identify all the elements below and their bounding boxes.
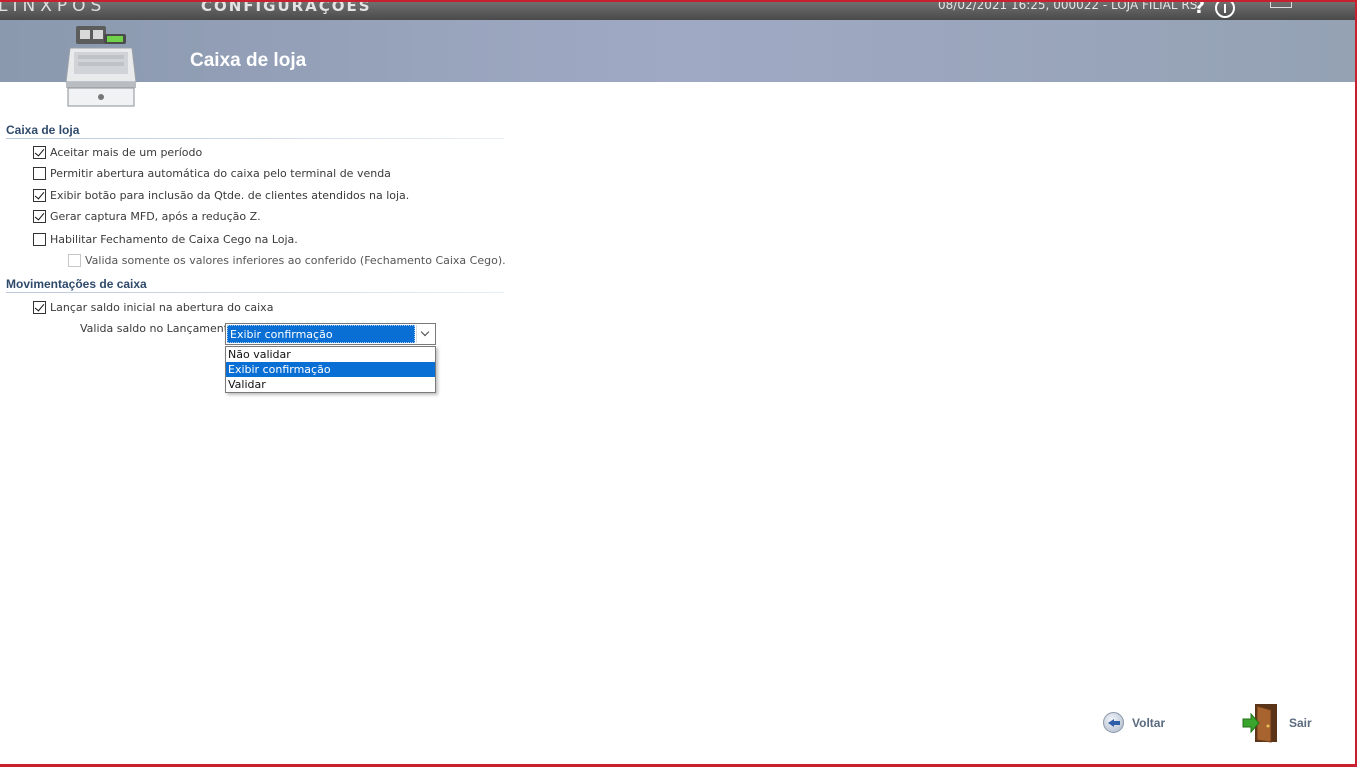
option-valores-inferiores: Valida somente os valores inferiores ao … xyxy=(68,254,506,267)
dropdown-option-selected[interactable]: Exibir confirmação xyxy=(226,362,435,377)
exit-button[interactable]: Sair xyxy=(1241,702,1312,744)
select-value: Exibir confirmação xyxy=(227,325,415,343)
exit-door-icon xyxy=(1242,704,1277,743)
option-aceitar-periodo[interactable]: Aceitar mais de um período xyxy=(33,146,202,159)
page-title: Caixa de loja xyxy=(190,50,307,71)
option-label: Gerar captura MFD, após a redução Z. xyxy=(50,210,261,223)
checkbox[interactable] xyxy=(33,189,46,202)
chevron-down-icon[interactable] xyxy=(416,325,434,343)
info-icon[interactable] xyxy=(1215,2,1235,18)
module-title: CONFIGURAÇÕES xyxy=(201,0,372,15)
option-abertura-automatica[interactable]: Permitir abertura automática do caixa pe… xyxy=(33,167,391,180)
cash-register-icon xyxy=(65,26,137,107)
section-divider xyxy=(6,138,504,139)
section-title-caixa: Caixa de loja xyxy=(6,123,80,137)
section-divider xyxy=(6,292,504,293)
page-header: Caixa de loja xyxy=(0,20,1355,82)
app-logo: LINXPOS xyxy=(0,0,107,16)
checkbox[interactable] xyxy=(33,167,46,180)
back-button-label: Voltar xyxy=(1132,715,1166,730)
session-info: 08/02/2021 16:25, 000022 - LOJA FILIAL R… xyxy=(938,0,1202,12)
option-exibir-botao-clientes[interactable]: Exibir botão para inclusão da Qtde. de c… xyxy=(33,189,409,202)
option-label: Lançar saldo inicial na abertura do caix… xyxy=(50,301,274,314)
checkbox[interactable] xyxy=(33,146,46,159)
option-caixa-cego[interactable]: Habilitar Fechamento de Caixa Cego na Lo… xyxy=(33,233,298,246)
option-captura-mfd[interactable]: Gerar captura MFD, após a redução Z. xyxy=(33,210,261,223)
valida-saldo-label: Valida saldo no Lançamento: xyxy=(80,322,239,335)
app-window: LINXPOS CONFIGURAÇÕES 08/02/2021 16:25, … xyxy=(0,0,1357,767)
top-bar: LINXPOS CONFIGURAÇÕES 08/02/2021 16:25, … xyxy=(0,2,1355,20)
back-button[interactable]: Voltar xyxy=(1103,712,1165,733)
option-label: Permitir abertura automática do caixa pe… xyxy=(50,167,391,180)
help-icon[interactable]: ? xyxy=(1194,2,1205,18)
checkbox[interactable] xyxy=(33,301,46,314)
dropdown-option[interactable]: Validar xyxy=(226,377,435,392)
valida-saldo-dropdown: Não validar Exibir confirmação Validar xyxy=(225,346,436,393)
option-label: Aceitar mais de um período xyxy=(50,146,203,159)
dropdown-option[interactable]: Não validar xyxy=(226,347,435,362)
checkbox-disabled xyxy=(68,254,81,267)
option-label: Habilitar Fechamento de Caixa Cego na Lo… xyxy=(50,233,298,246)
back-arrow-icon xyxy=(1103,712,1124,733)
checkbox[interactable] xyxy=(33,210,46,223)
section-title-movimentacoes: Movimentações de caixa xyxy=(6,277,147,291)
menu-icon[interactable] xyxy=(1270,2,1292,8)
option-saldo-inicial[interactable]: Lançar saldo inicial na abertura do caix… xyxy=(33,301,273,314)
option-label: Valida somente os valores inferiores ao … xyxy=(85,254,506,267)
checkbox[interactable] xyxy=(33,233,46,246)
exit-button-label: Sair xyxy=(1289,716,1312,730)
option-label: Exibir botão para inclusão da Qtde. de c… xyxy=(50,189,410,202)
valida-saldo-select[interactable]: Exibir confirmação xyxy=(225,323,436,345)
